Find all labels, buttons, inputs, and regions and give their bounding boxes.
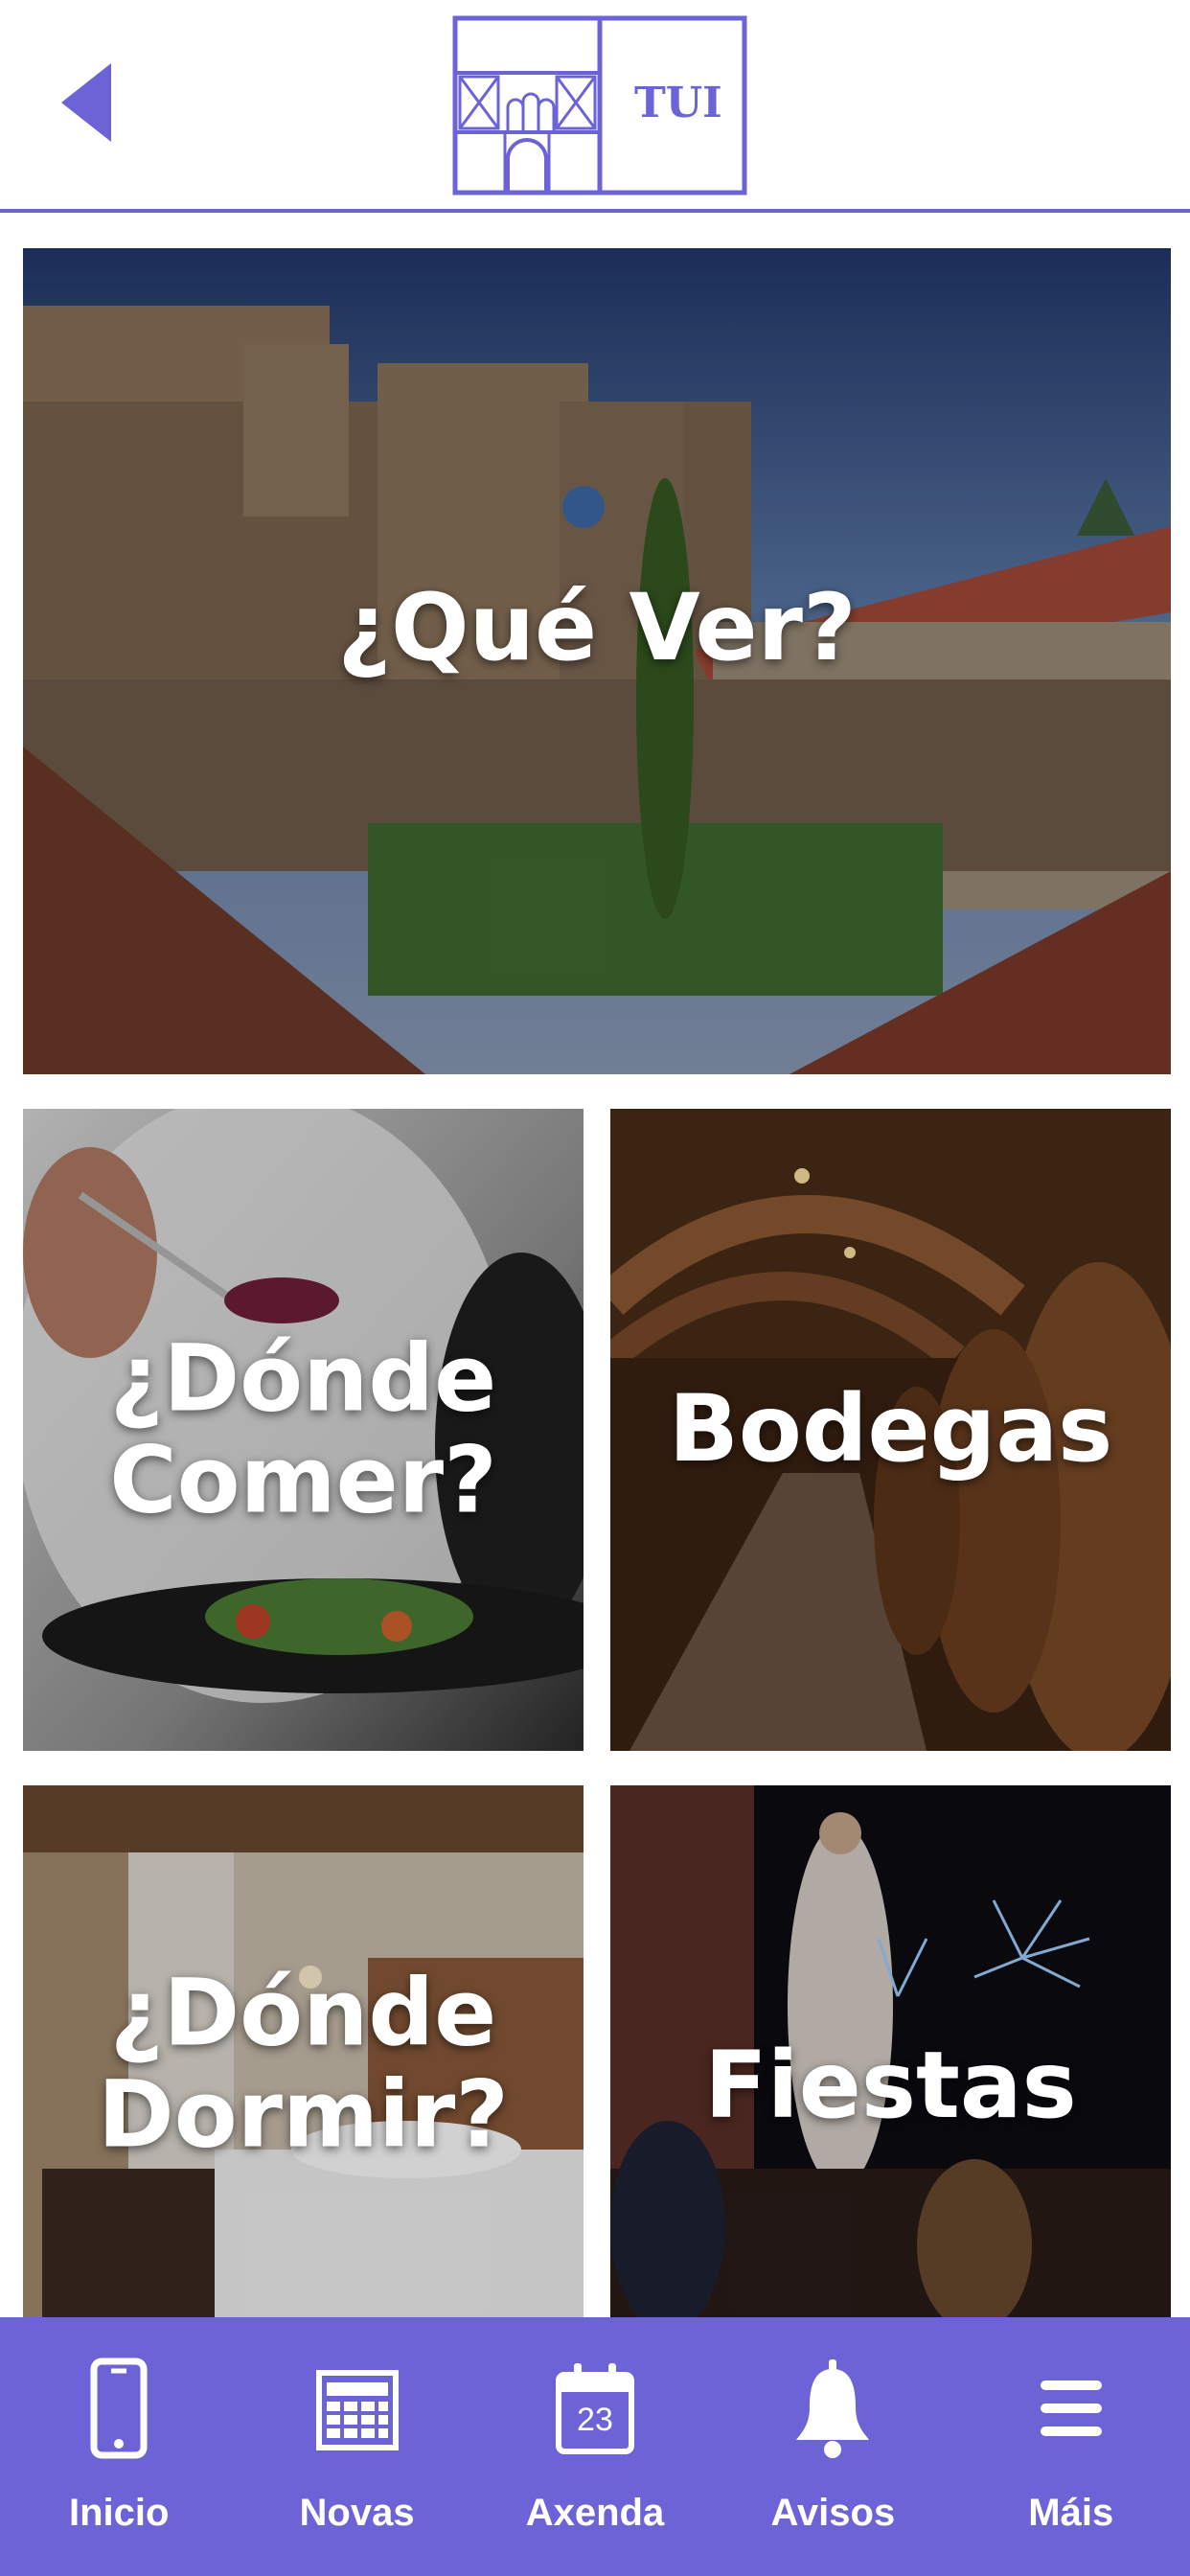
tile-fiestas-label: Fiestas [704, 2031, 1077, 2139]
tile-donde-dormir-label: ¿Dónde Dormir? [98, 1959, 509, 2169]
tab-mais[interactable]: Máis [966, 2317, 1177, 2576]
chevron-left-icon [61, 63, 111, 142]
tab-axenda-label: Axenda [525, 2492, 665, 2534]
app-header: TUI [0, 0, 1190, 213]
logo-text: TUI [634, 79, 722, 127]
tile-donde-dormir[interactable]: ¿Dónde Dormir? [23, 1785, 584, 2322]
tile-que-ver[interactable]: ¿Qué Ver? [23, 248, 1171, 1074]
tab-mais-label: Máis [1028, 2492, 1114, 2534]
tab-inicio[interactable]: Inicio [13, 2317, 224, 2576]
back-button[interactable] [57, 59, 115, 146]
bottom-tab-bar: Inicio Novas 23 Axenda Avisos Máis [0, 2317, 1190, 2576]
menu-icon [1023, 2356, 1119, 2461]
tile-que-ver-label: ¿Qué Ver? [337, 573, 857, 681]
newspaper-icon [309, 2356, 405, 2461]
tile-fiestas[interactable]: Fiestas [610, 1785, 1171, 2322]
tab-novas[interactable]: Novas [252, 2317, 463, 2576]
calendar-icon: 23 [547, 2356, 643, 2461]
tile-bodegas-label: Bodegas [668, 1375, 1113, 1484]
tile-donde-comer[interactable]: ¿Dónde Comer? [23, 1109, 584, 1751]
tab-novas-label: Novas [299, 2492, 415, 2534]
tab-axenda[interactable]: 23 Axenda [490, 2317, 700, 2576]
header-divider [0, 209, 1190, 213]
tui-logo: TUI [452, 15, 747, 196]
tile-donde-comer-label: ¿Dónde Comer? [109, 1324, 497, 1533]
tab-inicio-label: Inicio [68, 2492, 170, 2534]
tab-avisos-label: Avisos [770, 2492, 896, 2534]
calendar-day: 23 [577, 2402, 613, 2438]
bell-icon [785, 2356, 881, 2461]
phone-icon [71, 2356, 167, 2461]
tile-bodegas[interactable]: Bodegas [610, 1109, 1171, 1751]
tab-avisos[interactable]: Avisos [727, 2317, 938, 2576]
